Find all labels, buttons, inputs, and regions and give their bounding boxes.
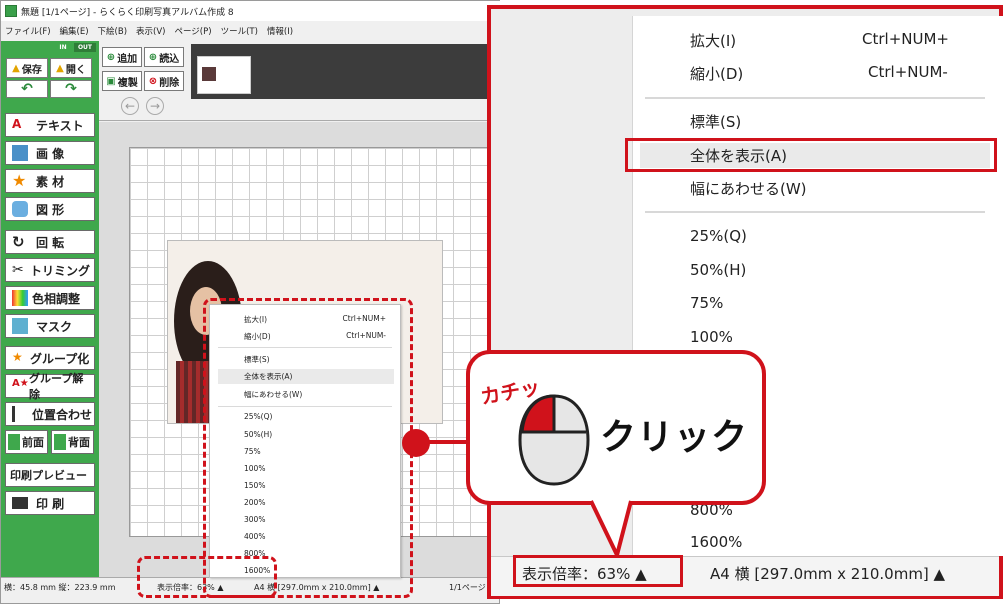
save-button[interactable]: ▲ 保存 [6,58,48,78]
open-button[interactable]: ▲ 開く [50,58,92,78]
zoom-menu-100[interactable]: 100% [690,328,733,346]
mask-icon [12,318,28,334]
title-bar: 無題 [1/1ページ] - らくらく印刷写真アルバム作成 8 [1,1,501,21]
menu-tools[interactable]: ツール(T) [221,25,258,37]
paper-size-large[interactable]: A4 横 [297.0mm x 210.0mm] ▲ [710,563,945,584]
zoom-status-highlight-frame [137,556,277,598]
hue-icon [12,290,28,306]
zoom-shortcut-shrink: Ctrl+NUM- [868,63,948,81]
zoom-menu-separator [645,97,985,99]
tool-mask[interactable]: マスク [5,314,95,338]
tool-back[interactable]: 背面 [51,430,94,454]
zoom-menu-shrink[interactable]: 縮小(D) [690,63,743,84]
add-page-button[interactable]: ⊕ 追加 [102,47,142,67]
tool-image[interactable]: 画 像 [5,141,95,165]
zoom-menu-25[interactable]: 25%(Q) [690,227,747,245]
save-icon: ▲ [12,62,20,74]
delete-page-button[interactable]: ⊗ 削除 [144,71,184,91]
tool-print-preview[interactable]: 印刷プレビュー [5,463,95,487]
redo-button[interactable]: ↷ [50,80,92,98]
tool-ungroup[interactable]: A★ グループ解除 [5,372,95,401]
zoom-menu-1600[interactable]: 1600% [690,533,742,551]
scissors-icon: ✂ [12,262,24,278]
next-page-icon[interactable]: → [146,97,164,115]
plus-icon: ⊕ [106,51,116,63]
redo-icon: ↷ [65,81,77,97]
menu-bar: ファイル(F) 編集(E) 下絵(B) 表示(V) ページ(P) ツール(T) … [1,23,501,39]
menu-page[interactable]: ページ(P) [174,25,211,37]
page-count: 1/1ページ [449,583,486,592]
text-icon: A [12,117,22,131]
tool-shape[interactable]: 図 形 [5,197,95,221]
image-icon [12,145,28,161]
cursor-position: 横：45.8 mm 縦：223.9 mm [4,583,116,592]
out-toggle[interactable]: OUT [74,43,96,52]
menu-edit[interactable]: 編集(E) [60,25,89,37]
tool-rotate[interactable]: ↻ 回 転 [5,230,95,254]
open-icon: ▲ [56,62,64,74]
zoom-menu-fit-width[interactable]: 幅にあわせる(W) [690,178,807,199]
read-page-button[interactable]: ⊕ 読込 [144,47,184,67]
ungroup-icon: A★ [12,378,29,389]
thumbnail-photo [202,67,216,81]
menu-view[interactable]: 表示(V) [136,25,165,37]
menu-background[interactable]: 下絵(B) [98,25,127,37]
undo-button[interactable]: ↶ [6,80,48,98]
star-icon: ★ [12,171,27,190]
printer-icon [12,497,28,509]
zoom-menu-standard[interactable]: 標準(S) [690,111,741,132]
tool-group[interactable]: ★ グループ化 [5,346,95,370]
page-thumbnail[interactable] [197,56,251,94]
callout-tail [591,499,633,557]
fit-all-highlight-frame [625,138,997,172]
tool-print[interactable]: 印 刷 [5,491,95,515]
copy-icon: ▣ [106,75,116,87]
zoom-menu-75[interactable]: 75% [690,294,723,312]
app-icon [5,5,17,17]
zoom-menu-50[interactable]: 50%(H) [690,261,746,279]
zoom-shortcut-enlarge: Ctrl+NUM+ [862,30,949,48]
menu-highlight-frame [203,298,413,598]
duplicate-page-button[interactable]: ▣ 複製 [102,71,142,91]
zoom-menu-enlarge[interactable]: 拡大(I) [690,30,736,51]
click-label: クリック [600,417,749,458]
back-icon [54,434,66,450]
menu-info[interactable]: 情報(I) [267,25,293,37]
rotate-icon: ↻ [12,233,25,251]
zoom-status-highlight [513,555,683,587]
mouse-icon [518,394,590,486]
tool-front[interactable]: 前面 [5,430,48,454]
delete-icon: ⊗ [148,75,158,87]
shape-icon [12,201,28,217]
undo-icon: ↶ [21,81,33,97]
group-icon: ★ [12,350,23,364]
tool-align[interactable]: 位置合わせ [5,402,95,426]
front-icon [8,434,20,450]
align-icon [12,406,28,422]
zoom-menu-separator [645,211,985,213]
tool-trimming[interactable]: ✂ トリミング [5,258,95,282]
in-toggle[interactable]: IN [53,43,73,52]
tool-text[interactable]: A テキスト [5,113,95,137]
menu-file[interactable]: ファイル(F) [5,25,51,37]
window-title: 無題 [1/1ページ] - らくらく印刷写真アルバム作成 8 [21,7,234,18]
tool-hue[interactable]: 色相調整 [5,286,95,310]
plus-icon: ⊕ [148,51,158,63]
tool-material[interactable]: ★ 素 材 [5,169,95,193]
prev-page-icon[interactable]: ← [121,97,139,115]
callout-dot [402,429,430,457]
